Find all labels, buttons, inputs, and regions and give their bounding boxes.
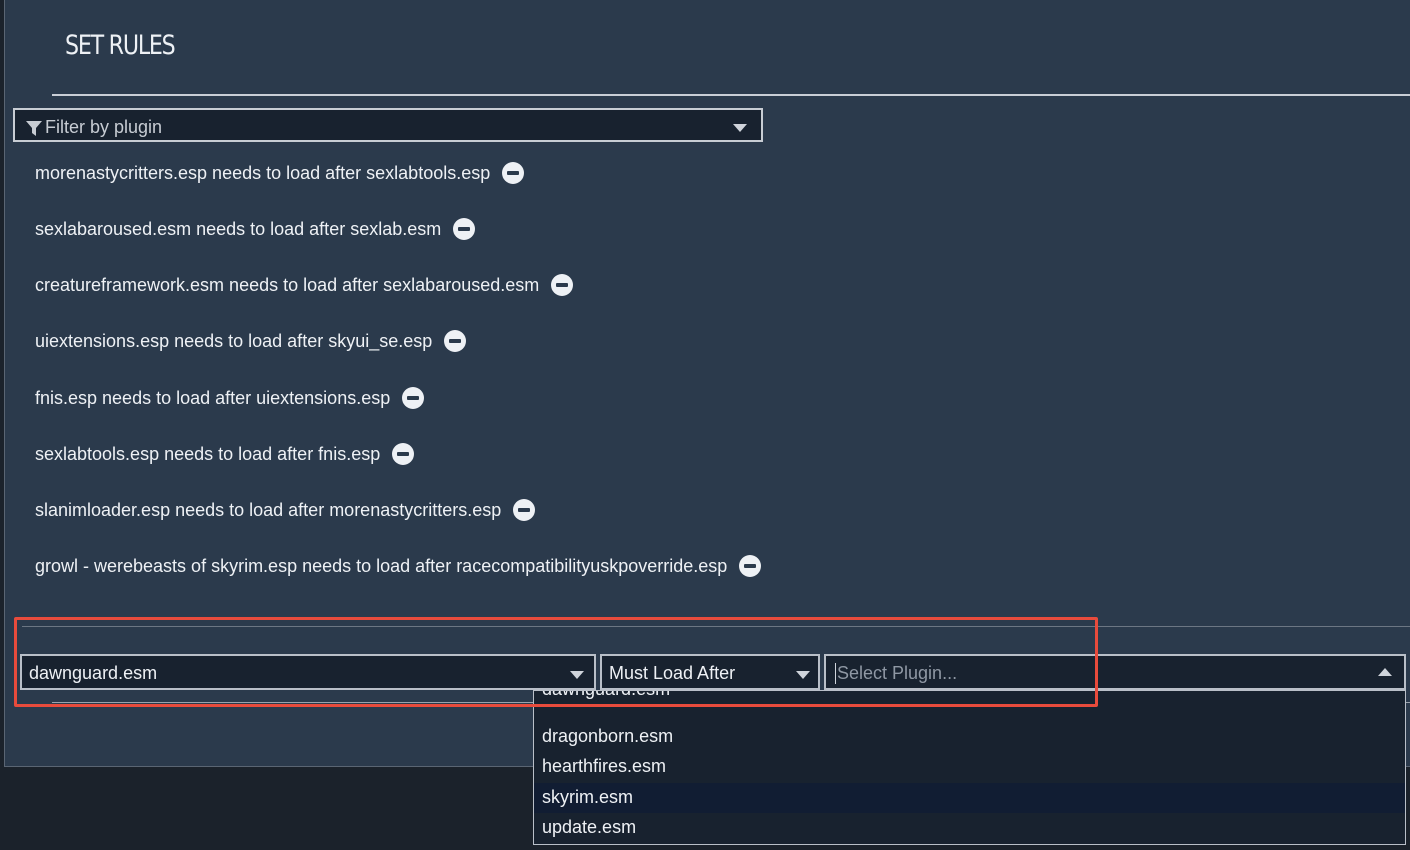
rule-item: fnis.esp needs to load after uiextension… [35,383,425,413]
plugin-option[interactable]: hearthfires.esm [534,752,1405,782]
section-divider [22,626,1410,627]
rule-item: creatureframework.esm needs to load afte… [35,270,574,300]
relation-value: Must Load After [609,663,736,683]
remove-rule-icon[interactable] [502,162,525,184]
chevron-down-icon [570,671,584,679]
title-divider [52,94,1410,96]
plugin-option[interactable]: dragonborn.esm [534,722,1405,752]
remove-rule-icon[interactable] [513,499,536,521]
target-plugin-select[interactable]: Select Plugin... [824,654,1406,690]
plugin-option-highlighted[interactable]: skyrim.esm [534,783,1405,813]
funnel-icon [26,121,42,136]
target-plugin-input[interactable]: Select Plugin... [835,663,957,684]
plugin-options-list: dawnguard.esm dragonborn.esm hearthfires… [533,690,1406,845]
rule-text: growl - werebeasts of skyrim.esp needs t… [35,555,728,576]
plugin-option[interactable]: dawnguard.esm [534,691,1405,721]
chevron-up-icon [1378,668,1392,676]
source-plugin-select[interactable]: dawnguard.esm [20,654,596,690]
rule-item: morenastycritters.esp needs to load afte… [35,158,525,188]
chevron-down-icon [796,671,810,679]
chevron-down-icon [733,124,747,132]
rule-item: uiextensions.esp needs to load after sky… [35,326,467,356]
plugin-option[interactable]: update.esm [534,813,1405,843]
rule-text: uiextensions.esp needs to load after sky… [35,330,433,351]
rule-item: sexlabaroused.esm needs to load after se… [35,214,476,244]
remove-rule-icon[interactable] [392,443,415,465]
remove-rule-icon[interactable] [739,555,762,577]
rule-item: slanimloader.esp needs to load after mor… [35,495,536,525]
rule-text: sexlabaroused.esm needs to load after se… [35,218,442,239]
remove-rule-icon[interactable] [402,387,425,409]
remove-rule-icon[interactable] [444,330,467,352]
rule-text: sexlabtools.esp needs to load after fnis… [35,443,381,464]
rule-item: growl - werebeasts of skyrim.esp needs t… [35,551,762,581]
dialog-title: SET RULES [65,30,176,61]
rule-item: sexlabtools.esp needs to load after fnis… [35,439,415,469]
filter-by-plugin-dropdown[interactable]: Filter by plugin [13,108,763,142]
relation-select[interactable]: Must Load After [600,654,820,690]
rule-text: morenastycritters.esp needs to load afte… [35,162,491,183]
rule-text: fnis.esp needs to load after uiextension… [35,387,391,408]
filter-placeholder: Filter by plugin [45,117,163,137]
remove-rule-icon[interactable] [551,274,574,296]
source-plugin-value: dawnguard.esm [29,663,158,683]
rule-text: creatureframework.esm needs to load afte… [35,274,540,295]
rule-text: slanimloader.esp needs to load after mor… [35,499,502,520]
remove-rule-icon[interactable] [453,218,476,240]
